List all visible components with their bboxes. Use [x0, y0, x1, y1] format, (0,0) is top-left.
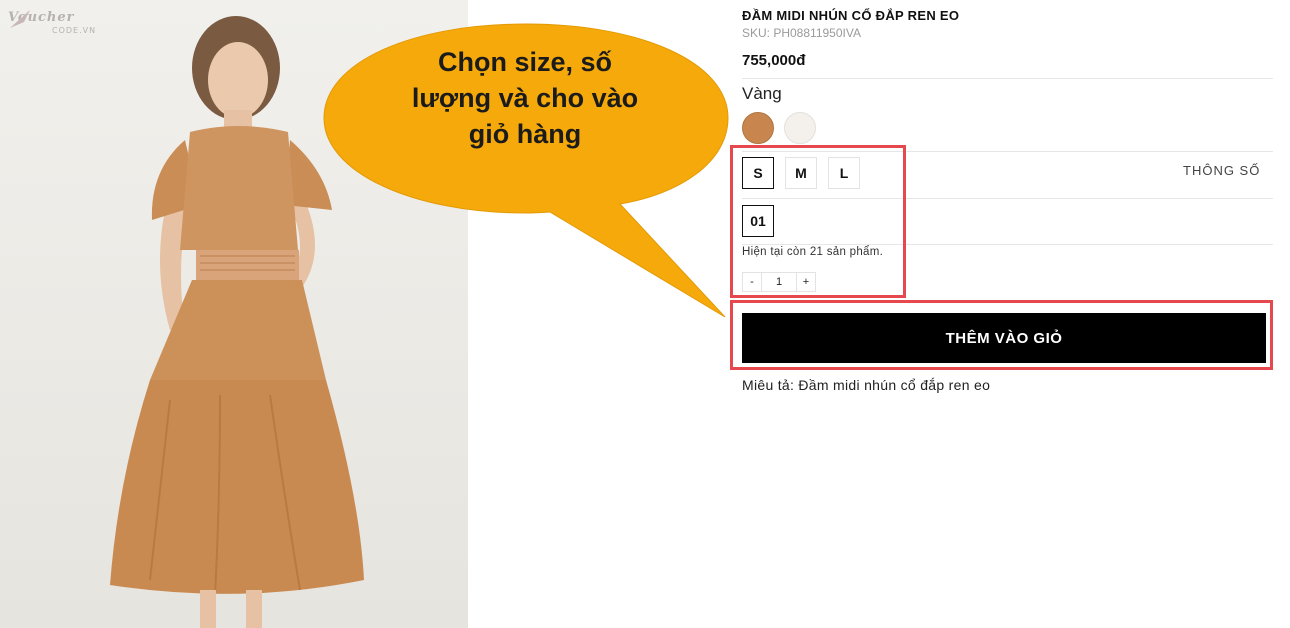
color-swatch-caramel[interactable]: [742, 112, 774, 144]
watermark-domain: CODE.VN: [52, 26, 97, 35]
color-label: Vàng: [742, 84, 782, 103]
callout-line: giỏ hàng: [468, 119, 582, 149]
watermark-logo: Voucher CODE.VN: [8, 8, 110, 40]
product-description: Miêu tả: Đầm midi nhún cổ đắp ren eo: [742, 377, 991, 393]
color-swatch-cream[interactable]: [784, 112, 816, 144]
product-price: 755,000đ: [742, 52, 806, 69]
product-title: ĐẦM MIDI NHÚN CỔ ĐẮP REN EO: [742, 8, 960, 23]
product-sku: SKU: PH08811950IVA: [742, 26, 861, 40]
callout-line: lượng và cho vào: [411, 83, 639, 113]
callout-text: Chọn size, số lượng và cho vào giỏ hàng: [348, 44, 702, 152]
highlight-size-quantity: [730, 145, 906, 298]
highlight-add-to-cart: [730, 300, 1273, 370]
callout-line: Chọn size, số: [437, 47, 613, 77]
divider: [742, 78, 1273, 79]
watermark-swoosh-icon: [10, 10, 30, 28]
size-chart-link[interactable]: THÔNG SỐ: [1183, 163, 1260, 178]
